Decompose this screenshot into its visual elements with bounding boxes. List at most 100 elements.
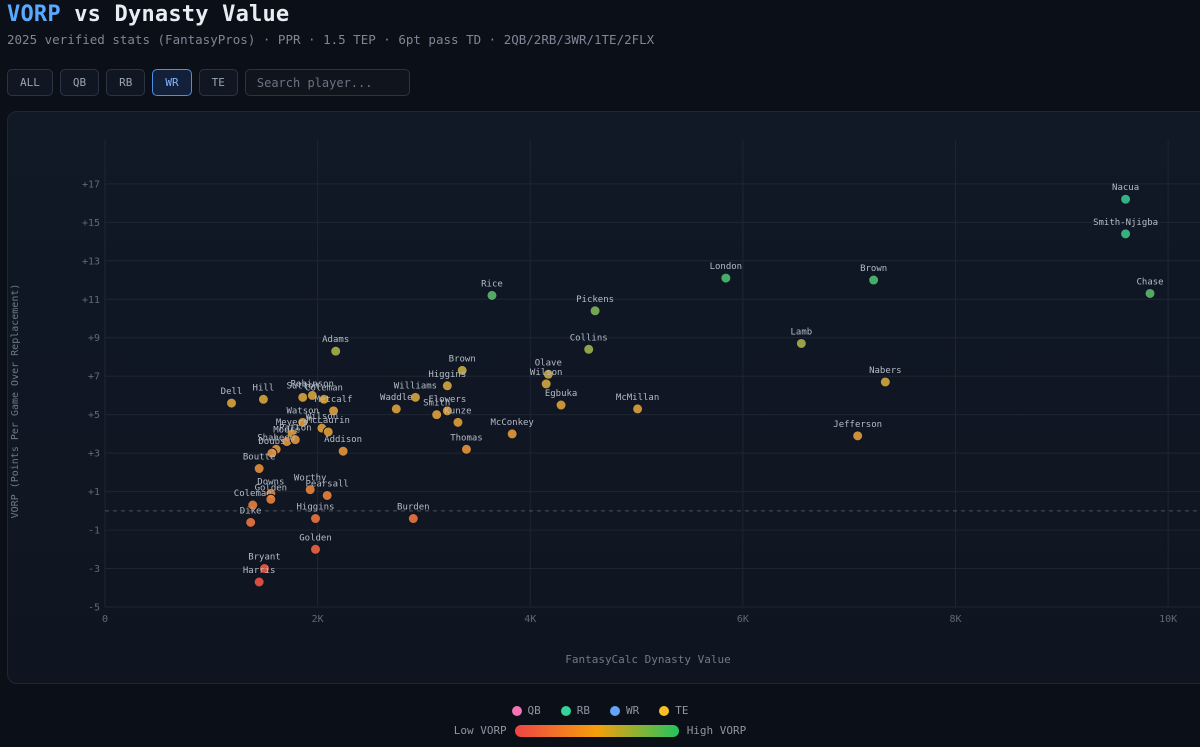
x-tick-label: 2K — [312, 614, 324, 625]
data-point — [460, 443, 472, 455]
y-tick-label: +9 — [88, 333, 100, 344]
legend-dot-qb — [511, 705, 522, 716]
data-point — [441, 380, 453, 392]
scale-gradient-bar — [514, 724, 679, 737]
legend-item-rb[interactable]: RB — [560, 704, 590, 717]
point-label: Pickens — [576, 295, 614, 305]
point-label: Chase — [1136, 277, 1163, 287]
point-label: Olave — [535, 358, 562, 368]
y-tick-label: +5 — [88, 410, 100, 421]
y-tick-label: +13 — [82, 256, 100, 267]
data-point — [321, 489, 333, 501]
point-label: Bryant — [248, 553, 281, 563]
data-point — [309, 513, 321, 525]
data-point — [540, 378, 552, 390]
point-label: Kunze — [444, 406, 471, 416]
data-point — [309, 543, 321, 555]
point-label: Metcalf — [315, 395, 353, 405]
x-tick-label: 4K — [524, 614, 536, 625]
data-point — [589, 305, 601, 317]
data-point — [245, 516, 257, 528]
data-point — [583, 343, 595, 355]
point-label: Addison — [324, 435, 362, 445]
point-label: Smith-Njigba — [1093, 218, 1158, 228]
data-point — [257, 393, 269, 405]
y-tick-label: -3 — [88, 564, 100, 575]
point-label: Brown — [449, 354, 476, 364]
point-label: Dell — [221, 387, 243, 397]
data-point — [1120, 228, 1132, 240]
point-label: Collins — [570, 333, 608, 343]
y-tick-label: -5 — [88, 603, 100, 614]
point-label: Rice — [481, 279, 503, 289]
data-point — [337, 445, 349, 457]
data-point — [879, 376, 891, 388]
point-label: Williams — [394, 381, 437, 391]
legend-item-wr[interactable]: WR — [610, 704, 639, 717]
point-label: Higgins — [297, 503, 335, 513]
data-point — [253, 576, 265, 588]
point-label: Burden — [397, 503, 430, 513]
data-point — [330, 345, 342, 357]
y-tick-label: +7 — [88, 372, 100, 383]
point-label: Hill — [253, 383, 275, 393]
point-label: Golden — [299, 533, 332, 543]
vorp-color-scale: Low VORP High VORP — [0, 724, 1200, 737]
x-tick-label: 6K — [737, 614, 749, 625]
legend-item-te[interactable]: TE — [659, 704, 689, 717]
data-point — [795, 337, 807, 349]
data-point — [1120, 193, 1132, 205]
legend-item-qb[interactable]: QB — [511, 704, 541, 717]
data-point — [555, 399, 567, 411]
y-axis-label: VORP (Points Per Game Over Replacement) — [10, 284, 21, 519]
point-label: Harris — [243, 566, 276, 576]
scale-high-label: High VORP — [686, 724, 747, 737]
data-point — [486, 289, 498, 301]
point-label: Waddle — [380, 393, 413, 403]
point-label: McConkey — [490, 418, 534, 428]
legend-label-qb: QB — [527, 704, 541, 717]
point-label: Brown — [860, 264, 887, 274]
x-tick-label: 10K — [1159, 614, 1177, 625]
point-label: Lamb — [790, 327, 812, 337]
x-axis-label: FantasyCalc Dynasty Value — [565, 653, 731, 666]
point-label: Golden — [255, 483, 288, 493]
legend-dot-te — [659, 705, 670, 716]
point-label: London — [710, 262, 743, 272]
legend-label-wr: WR — [626, 704, 640, 717]
x-tick-label: 8K — [949, 614, 961, 625]
point-label: Wilson — [530, 368, 563, 378]
point-label: Boutte — [243, 453, 276, 463]
scale-low-label: Low VORP — [453, 724, 507, 737]
data-point — [632, 403, 644, 415]
data-point — [226, 397, 238, 409]
data-point — [253, 463, 265, 475]
point-label: Egbuka — [545, 389, 578, 399]
point-label: McLaurin — [307, 416, 350, 426]
legend-label-rb: RB — [576, 704, 590, 717]
y-tick-label: -1 — [88, 526, 100, 537]
data-point — [720, 272, 732, 284]
point-label: Nacua — [1112, 183, 1139, 193]
point-label: Jefferson — [833, 420, 882, 430]
point-label: Doubs — [258, 437, 285, 447]
data-point — [431, 409, 443, 421]
y-tick-label: +1 — [88, 487, 100, 498]
data-point — [1144, 287, 1156, 299]
data-point — [852, 430, 864, 442]
y-tick-label: +15 — [82, 218, 100, 229]
y-tick-label: +17 — [82, 179, 100, 190]
data-point — [390, 403, 402, 415]
data-point — [506, 428, 518, 440]
point-label: Coleman — [305, 383, 343, 393]
y-tick-label: +11 — [82, 295, 100, 306]
data-point — [452, 416, 464, 428]
legend: QB RB WR TE — [0, 704, 1200, 717]
point-label: McMillan — [616, 393, 659, 403]
point-label: Pearsall — [306, 479, 349, 489]
scatter-chart: -5 -3 -1 +1 +3 +5 +7 +9 +11 +13 +15 +17 0 2K 4K 6K 8K 10K… — [10, 140, 1200, 666]
data-point — [407, 513, 419, 525]
legend-label-te: TE — [675, 704, 689, 717]
point-label: Nabers — [869, 366, 902, 376]
point-label: Adams — [322, 335, 349, 345]
